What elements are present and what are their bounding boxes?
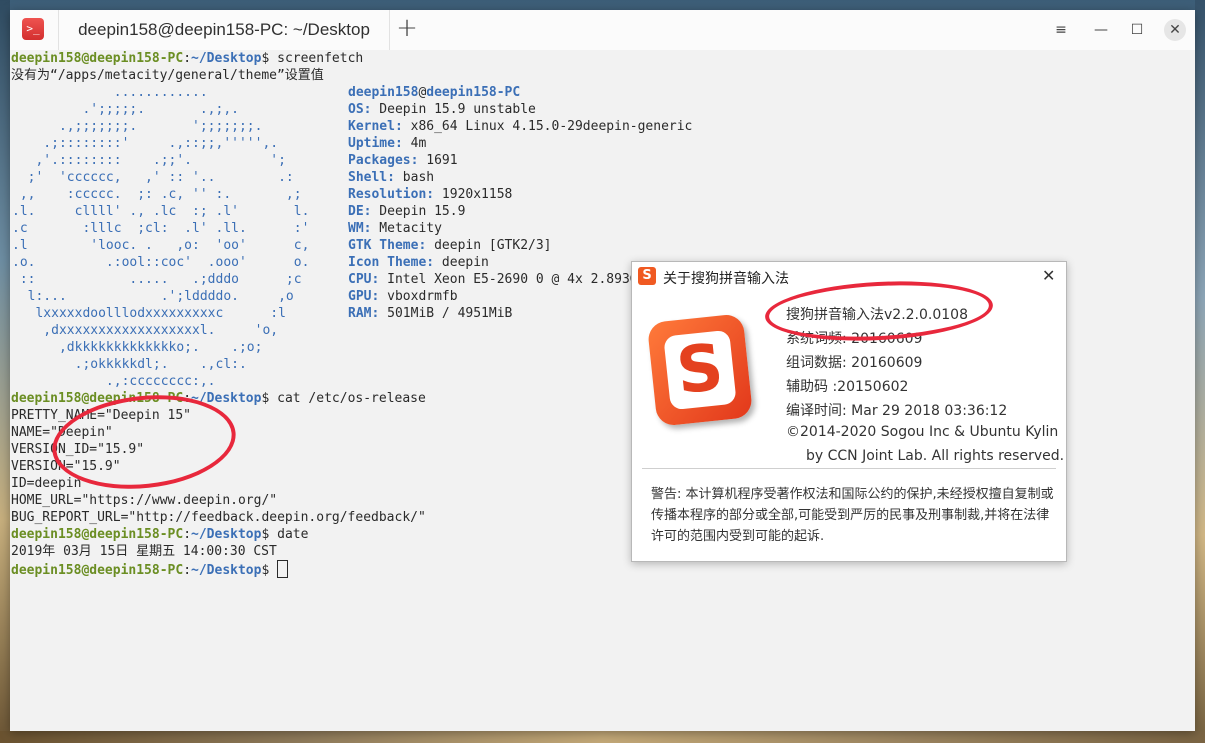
ascii-logo-line: :: ..... .;dddo ;c [12, 272, 302, 287]
ascii-logo-line: .';;;;;. .,;,. [12, 102, 239, 117]
desktop-wallpaper-left [0, 0, 10, 743]
copyright-text-2: by CCN Joint Lab. All rights reserved. [806, 448, 1065, 464]
ascii-logo-line: .l. cllll' ., .lc :; .l' l. [12, 204, 310, 219]
system-info-value: deepin [GTK2/3] [426, 238, 552, 253]
dialog-divider [642, 468, 1056, 469]
system-info-row: DE: Deepin 15.9 [347, 203, 692, 220]
system-info-value: Intel Xeon E5-2690 0 @ 4x 2.893GHz [379, 272, 654, 287]
prompt-line: deepin158@deepin158-PC:~/Desktop$ [10, 560, 1195, 578]
copyright-text: ©2014-2020 Sogou Inc & Ubuntu Kylin [786, 424, 1059, 440]
ascii-logo-line: .c :lllc ;cl: .l' .ll. :' [12, 221, 310, 236]
dialog-close-icon[interactable]: ✕ [1042, 266, 1055, 285]
ascii-logo: ............ .';;;;;. .,;,. .,;;;;;;;. '… [11, 84, 309, 390]
system-info-row: OS: Deepin 15.9 unstable [347, 101, 692, 118]
system-info-row: GTK Theme: deepin [GTK2/3] [347, 237, 692, 254]
ascii-logo-line: lxxxxxdoolllodxxxxxxxxxc :l [12, 306, 286, 321]
system-info-row: Packages: 1691 [347, 152, 692, 169]
text-cursor [277, 560, 289, 578]
about-dialog: S 关于搜狗拼音输入法 ✕ S 搜狗拼音输入法v2.2.0.0108 系统词频:… [631, 261, 1067, 562]
system-info-value: Metacity [371, 221, 442, 236]
ascii-logo-line: .,;;;;;;;. ';;;;;;;. [12, 119, 263, 134]
ascii-logo-line: ............ [12, 85, 208, 100]
legal-warning: 警告: 本计算机程序受著作权法和国际公约的保护,未经授权擅自复制或传播本程序的部… [651, 487, 1054, 544]
terminal-tab[interactable]: deepin158@deepin158-PC: ~/Desktop [58, 10, 390, 50]
sogou-logo-letter: S [663, 329, 737, 411]
command-text: screenfetch [277, 51, 364, 66]
system-info-value: vboxdrmfb [379, 289, 458, 304]
ascii-logo-line: .;okkkkkdl;. .,cl:. [12, 357, 247, 372]
system-info-label: Packages: [348, 153, 419, 168]
terminal-app-icon[interactable]: >_ [22, 18, 44, 40]
close-icon[interactable]: ✕ [1164, 19, 1186, 41]
prompt-user: deepin158@deepin158-PC [11, 51, 184, 66]
system-info-value: Deepin 15.9 unstable [371, 102, 536, 117]
prompt-path: ~/Desktop [191, 51, 262, 66]
info-host-user: deepin158 [348, 85, 419, 100]
system-info-label: Icon Theme: [348, 255, 435, 270]
system-info-value: Deepin 15.9 [371, 204, 466, 219]
command-text: cat /etc/os-release [277, 391, 426, 406]
info-host-name: deepin158-PC [426, 85, 521, 100]
desktop-wallpaper-right [1195, 0, 1205, 743]
system-info-row: Shell: bash [347, 169, 692, 186]
annotation-ellipse-version [763, 276, 995, 346]
ascii-logo-line: ,'.:::::::: .;;'. '; [12, 153, 286, 168]
ascii-logo-line: ,dkkkkkkkkkkkkko;. .;o; [12, 340, 263, 355]
system-info-label: WM: [348, 221, 372, 236]
system-info-label: OS: [348, 102, 372, 117]
ascii-logo-line: ;' 'cccccc, ,' :: '.. .: [12, 170, 294, 185]
command-text: date [277, 527, 309, 542]
ascii-logo-line: ,, :ccccc. ;: .c, '' :. ,; [12, 187, 302, 202]
system-info-label: RAM: [348, 306, 380, 321]
desktop-wallpaper-bottom [0, 731, 1205, 743]
maximize-icon[interactable]: ☐ [1126, 19, 1148, 41]
menu-icon[interactable]: ≡ [1050, 19, 1072, 41]
prompt-path: ~/Desktop [191, 563, 262, 578]
ascii-logo-line: .l 'looc. . ,o: 'oo' c, [12, 238, 310, 253]
system-info-label: Uptime: [348, 136, 403, 151]
terminal-titlebar: >_ deepin158@deepin158-PC: ~/Desktop + ≡… [10, 10, 1195, 51]
prompt-user: deepin158@deepin158-PC [11, 563, 184, 578]
prompt-user: deepin158@deepin158-PC [11, 527, 184, 542]
system-info-row: Uptime: 4m [347, 135, 692, 152]
ascii-logo-line: .;::::::::' .,::;;,''''',. [12, 136, 279, 151]
system-info-label: Kernel: [348, 119, 403, 134]
minimize-icon[interactable]: — [1090, 19, 1112, 41]
aux-code-text: 辅助码 :20150602 [786, 379, 909, 395]
sogou-logo: S [646, 313, 754, 427]
compile-time-text: 编译时间: Mar 29 2018 03:36:12 [786, 403, 1008, 419]
system-info-row: Kernel: x86_64 Linux 4.15.0-29deepin-gen… [347, 118, 692, 135]
system-info-label: CPU: [348, 272, 380, 287]
add-tab-icon[interactable]: + [394, 15, 420, 42]
system-info-label: Resolution: [348, 187, 435, 202]
system-info-value: bash [394, 170, 435, 185]
system-info-row: WM: Metacity [347, 220, 692, 237]
warning-line: 没有为“/apps/metacity/general/theme”设置值 [11, 68, 324, 83]
ascii-logo-line: ,dxxxxxxxxxxxxxxxxxxl. 'o, [12, 323, 279, 338]
system-info-value: 501MiB / 4951MiB [379, 306, 513, 321]
group-data-text: 组词数据: 20160609 [786, 355, 923, 371]
system-info-value: 4m [402, 136, 427, 151]
system-info-value: x86_64 Linux 4.15.0-29deepin-generic [402, 119, 693, 134]
prompt-path: ~/Desktop [191, 527, 262, 542]
ascii-logo-line: .,:cccccccc:,. [12, 374, 216, 389]
system-info-value: 1691 [418, 153, 458, 168]
system-info-row: Resolution: 1920x1158 [347, 186, 692, 203]
system-info-label: Shell: [348, 170, 395, 185]
system-info-label: GPU: [348, 289, 380, 304]
system-info-value: deepin [434, 255, 489, 270]
ascii-logo-line: l:... .';lddddo. ,o [12, 289, 294, 304]
sogou-title-icon: S [638, 267, 656, 285]
system-info-label: GTK Theme: [348, 238, 427, 253]
system-info-label: DE: [348, 204, 372, 219]
prompt-line: deepin158@deepin158-PC:~/Desktop$ screen… [11, 51, 364, 66]
dialog-title: 关于搜狗拼音输入法 [663, 271, 789, 287]
ascii-logo-line: .o. .:ool::coc' .ooo' o. [12, 255, 310, 270]
system-info-value: 1920x1158 [434, 187, 513, 202]
